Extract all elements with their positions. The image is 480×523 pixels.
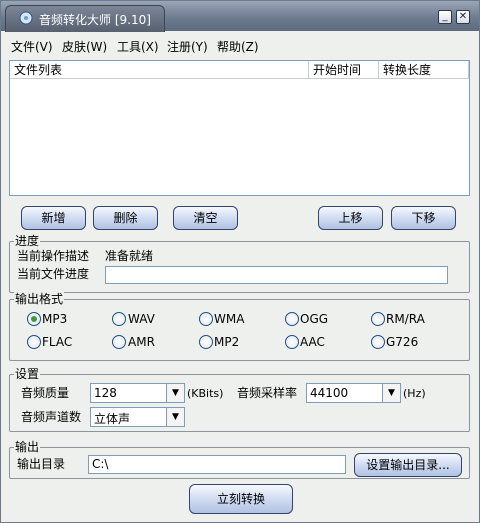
chevron-down-icon[interactable]: ▼ bbox=[166, 408, 184, 426]
set-output-dir-button[interactable]: 设置输出目录... bbox=[354, 453, 462, 477]
file-list[interactable]: 文件列表 开始时间 转换长度 bbox=[9, 60, 470, 196]
radio-flac-label[interactable]: FLAC bbox=[42, 334, 72, 350]
output-dir-field[interactable]: C:\ bbox=[88, 455, 346, 474]
radio-flac[interactable] bbox=[27, 335, 41, 349]
sample-rate-label: 音频采样率 bbox=[237, 386, 298, 400]
convert-now-button[interactable]: 立刻转换 bbox=[189, 484, 293, 514]
menu-bar: 文件(V) 皮肤(W) 工具(X) 注册(Y) 帮助(Z) bbox=[1, 33, 479, 55]
menu-tools[interactable]: 工具(X) bbox=[117, 38, 159, 55]
progress-group-label: 进度 bbox=[14, 234, 41, 248]
add-button[interactable]: 新增 bbox=[21, 206, 86, 230]
output-format-group-label: 输出格式 bbox=[14, 292, 65, 306]
audio-quality-label: 音频质量 bbox=[21, 386, 70, 400]
title-bar[interactable]: 音频转化大师 [9.10] _ ✕ bbox=[1, 1, 479, 32]
sample-rate-combo[interactable]: 44100 ▼ bbox=[306, 383, 401, 403]
radio-aac-label[interactable]: AAC bbox=[300, 334, 325, 350]
audio-channels-value: 立体声 bbox=[94, 412, 131, 426]
settings-group-label: 设置 bbox=[14, 367, 41, 381]
window-title: 音频转化大师 [9.10] bbox=[39, 13, 151, 27]
file-progress-bar bbox=[105, 266, 448, 284]
radio-mp2[interactable] bbox=[199, 335, 213, 349]
menu-skin[interactable]: 皮肤(W) bbox=[62, 38, 107, 55]
radio-mp3-label[interactable]: MP3 bbox=[42, 311, 67, 327]
audio-quality-combo[interactable]: 128 ▼ bbox=[90, 383, 185, 403]
output-dir-label: 输出目录 bbox=[17, 457, 66, 471]
radio-wma-label[interactable]: WMA bbox=[214, 311, 244, 327]
output-group-label: 输出 bbox=[14, 440, 41, 454]
current-operation-label: 当前操作描述 bbox=[17, 249, 90, 263]
app-disc-icon bbox=[19, 11, 33, 25]
audio-quality-unit: (KBits) bbox=[187, 387, 224, 400]
menu-help[interactable]: 帮助(Z) bbox=[217, 38, 259, 55]
close-icon[interactable]: ✕ bbox=[456, 10, 470, 24]
menu-register[interactable]: 注册(Y) bbox=[167, 38, 208, 55]
radio-mp2-label[interactable]: MP2 bbox=[214, 334, 239, 350]
output-format-group bbox=[9, 299, 470, 361]
move-up-button[interactable]: 上移 bbox=[318, 206, 383, 230]
audio-quality-value: 128 bbox=[94, 386, 117, 400]
radio-g726-label[interactable]: G726 bbox=[386, 334, 418, 350]
radio-ogg[interactable] bbox=[285, 312, 299, 326]
radio-mp3[interactable] bbox=[27, 312, 41, 326]
radio-wma[interactable] bbox=[199, 312, 213, 326]
menu-file[interactable]: 文件(V) bbox=[11, 38, 53, 55]
audio-channels-combo[interactable]: 立体声 ▼ bbox=[90, 407, 185, 427]
sample-rate-unit: (Hz) bbox=[403, 387, 426, 400]
radio-wav-label[interactable]: WAV bbox=[128, 311, 155, 327]
sample-rate-value: 44100 bbox=[310, 386, 349, 400]
radio-rmra-label[interactable]: RM/RA bbox=[386, 311, 425, 327]
radio-amr[interactable] bbox=[112, 335, 126, 349]
minimize-icon[interactable]: _ bbox=[438, 10, 452, 24]
chevron-down-icon[interactable]: ▼ bbox=[382, 384, 400, 402]
radio-g726[interactable] bbox=[371, 335, 385, 349]
column-header-convert-length[interactable]: 转换长度 bbox=[379, 61, 469, 79]
audio-channels-label: 音频声道数 bbox=[21, 410, 82, 424]
clear-button[interactable]: 清空 bbox=[173, 206, 238, 230]
radio-aac[interactable] bbox=[285, 335, 299, 349]
column-header-start-time[interactable]: 开始时间 bbox=[309, 61, 379, 79]
radio-ogg-label[interactable]: OGG bbox=[300, 311, 328, 327]
column-header-file-list[interactable]: 文件列表 bbox=[10, 61, 309, 79]
current-operation-value: 准备就绪 bbox=[105, 249, 154, 263]
chevron-down-icon[interactable]: ▼ bbox=[166, 384, 184, 402]
radio-amr-label[interactable]: AMR bbox=[128, 334, 155, 350]
move-down-button[interactable]: 下移 bbox=[391, 206, 456, 230]
app-window: 音频转化大师 [9.10] _ ✕ 文件(V) 皮肤(W) 工具(X) 注册(Y… bbox=[0, 0, 480, 523]
delete-button[interactable]: 删除 bbox=[93, 206, 158, 230]
radio-wav[interactable] bbox=[112, 312, 126, 326]
current-file-progress-label: 当前文件进度 bbox=[17, 267, 90, 281]
radio-rmra[interactable] bbox=[371, 312, 385, 326]
